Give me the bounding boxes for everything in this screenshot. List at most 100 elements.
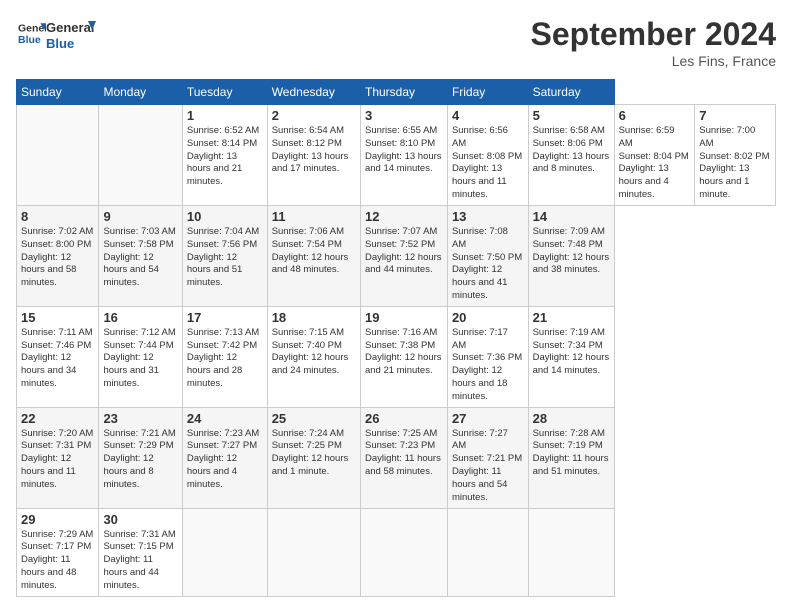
table-row: 28 Sunrise: 7:28 AMSunset: 7:19 PMDaylig… [528,407,614,508]
table-row: 1 Sunrise: 6:52 AMSunset: 8:14 PMDayligh… [182,105,267,206]
calendar-week-row: 22 Sunrise: 7:20 AMSunset: 7:31 PMDaylig… [17,407,776,508]
table-row [447,508,528,596]
day-number: 27 [452,411,524,426]
day-number: 18 [272,310,356,325]
table-row: 21 Sunrise: 7:19 AMSunset: 7:34 PMDaylig… [528,306,614,407]
day-info: Sunrise: 7:12 AMSunset: 7:44 PMDaylight:… [103,327,177,391]
header-wednesday: Wednesday [267,80,360,105]
table-row: 22 Sunrise: 7:20 AMSunset: 7:31 PMDaylig… [17,407,99,508]
calendar-week-row: 15 Sunrise: 7:11 AMSunset: 7:46 PMDaylig… [17,306,776,407]
day-info: Sunrise: 7:31 AMSunset: 7:15 PMDaylight:… [103,529,177,593]
day-number: 28 [533,411,610,426]
logo-svg: General Blue [46,16,96,54]
table-row: 29 Sunrise: 7:29 AMSunset: 7:17 PMDaylig… [17,508,99,596]
table-row: 3 Sunrise: 6:55 AMSunset: 8:10 PMDayligh… [360,105,447,206]
day-info: Sunrise: 7:06 AMSunset: 7:54 PMDaylight:… [272,226,356,277]
day-info: Sunrise: 6:55 AMSunset: 8:10 PMDaylight:… [365,125,443,176]
table-row: 14 Sunrise: 7:09 AMSunset: 7:48 PMDaylig… [528,205,614,306]
table-row: 4 Sunrise: 6:56 AMSunset: 8:08 PMDayligh… [447,105,528,206]
table-row [360,508,447,596]
day-number: 12 [365,209,443,224]
day-number: 19 [365,310,443,325]
table-row: 30 Sunrise: 7:31 AMSunset: 7:15 PMDaylig… [99,508,182,596]
table-row: 18 Sunrise: 7:15 AMSunset: 7:40 PMDaylig… [267,306,360,407]
day-info: Sunrise: 7:24 AMSunset: 7:25 PMDaylight:… [272,428,356,479]
day-number: 4 [452,108,524,123]
table-row: 5 Sunrise: 6:58 AMSunset: 8:06 PMDayligh… [528,105,614,206]
location: Les Fins, France [531,53,776,69]
day-number: 7 [699,108,771,123]
day-number: 6 [619,108,691,123]
day-info: Sunrise: 6:54 AMSunset: 8:12 PMDaylight:… [272,125,356,176]
table-row: 8 Sunrise: 7:02 AMSunset: 8:00 PMDayligh… [17,205,99,306]
table-row: 20 Sunrise: 7:17 AMSunset: 7:36 PMDaylig… [447,306,528,407]
table-row [267,508,360,596]
table-row: 25 Sunrise: 7:24 AMSunset: 7:25 PMDaylig… [267,407,360,508]
calendar-week-row: 1 Sunrise: 6:52 AMSunset: 8:14 PMDayligh… [17,105,776,206]
table-row: 23 Sunrise: 7:21 AMSunset: 7:29 PMDaylig… [99,407,182,508]
day-info: Sunrise: 7:15 AMSunset: 7:40 PMDaylight:… [272,327,356,378]
day-number: 21 [533,310,610,325]
table-row: 6 Sunrise: 6:59 AMSunset: 8:04 PMDayligh… [614,105,695,206]
day-info: Sunrise: 7:13 AMSunset: 7:42 PMDaylight:… [187,327,263,391]
day-info: Sunrise: 7:16 AMSunset: 7:38 PMDaylight:… [365,327,443,378]
calendar-table: Sunday Monday Tuesday Wednesday Thursday… [16,79,776,597]
header-thursday: Thursday [360,80,447,105]
day-info: Sunrise: 6:59 AMSunset: 8:04 PMDaylight:… [619,125,691,202]
table-row: 24 Sunrise: 7:23 AMSunset: 7:27 PMDaylig… [182,407,267,508]
day-number: 11 [272,209,356,224]
day-number: 15 [21,310,94,325]
title-block: September 2024 Les Fins, France [531,16,776,69]
header-friday: Friday [447,80,528,105]
day-number: 29 [21,512,94,527]
day-info: Sunrise: 7:19 AMSunset: 7:34 PMDaylight:… [533,327,610,378]
day-number: 5 [533,108,610,123]
calendar-header-row: Sunday Monday Tuesday Wednesday Thursday… [17,80,776,105]
table-row [182,508,267,596]
table-row: 11 Sunrise: 7:06 AMSunset: 7:54 PMDaylig… [267,205,360,306]
day-info: Sunrise: 6:58 AMSunset: 8:06 PMDaylight:… [533,125,610,176]
month-title: September 2024 [531,16,776,53]
day-info: Sunrise: 7:21 AMSunset: 7:29 PMDaylight:… [103,428,177,492]
day-info: Sunrise: 7:17 AMSunset: 7:36 PMDaylight:… [452,327,524,404]
day-info: Sunrise: 7:11 AMSunset: 7:46 PMDaylight:… [21,327,94,391]
table-row: 2 Sunrise: 6:54 AMSunset: 8:12 PMDayligh… [267,105,360,206]
table-row: 7 Sunrise: 7:00 AMSunset: 8:02 PMDayligh… [695,105,776,206]
header-monday: Monday [99,80,182,105]
table-row: 27 Sunrise: 7:27 AMSunset: 7:21 PMDaylig… [447,407,528,508]
day-number: 8 [21,209,94,224]
day-info: Sunrise: 7:29 AMSunset: 7:17 PMDaylight:… [21,529,94,593]
day-info: Sunrise: 7:02 AMSunset: 8:00 PMDaylight:… [21,226,94,290]
day-info: Sunrise: 7:07 AMSunset: 7:52 PMDaylight:… [365,226,443,277]
page: General Blue General Blue September 2024… [0,0,792,612]
day-info: Sunrise: 7:28 AMSunset: 7:19 PMDaylight:… [533,428,610,479]
day-number: 10 [187,209,263,224]
day-number: 22 [21,411,94,426]
day-info: Sunrise: 7:09 AMSunset: 7:48 PMDaylight:… [533,226,610,277]
table-row [17,105,99,206]
day-number: 1 [187,108,263,123]
table-row: 13 Sunrise: 7:08 AMSunset: 7:50 PMDaylig… [447,205,528,306]
table-row: 17 Sunrise: 7:13 AMSunset: 7:42 PMDaylig… [182,306,267,407]
logo: General Blue General Blue [16,16,96,54]
table-row: 26 Sunrise: 7:25 AMSunset: 7:23 PMDaylig… [360,407,447,508]
header-saturday: Saturday [528,80,614,105]
day-number: 16 [103,310,177,325]
svg-text:General: General [46,20,94,35]
logo-icon: General Blue [18,19,46,47]
table-row [528,508,614,596]
day-number: 17 [187,310,263,325]
day-number: 2 [272,108,356,123]
table-row: 12 Sunrise: 7:07 AMSunset: 7:52 PMDaylig… [360,205,447,306]
svg-text:Blue: Blue [46,36,74,51]
day-info: Sunrise: 7:25 AMSunset: 7:23 PMDaylight:… [365,428,443,479]
day-number: 26 [365,411,443,426]
day-info: Sunrise: 7:27 AMSunset: 7:21 PMDaylight:… [452,428,524,505]
calendar-week-row: 29 Sunrise: 7:29 AMSunset: 7:17 PMDaylig… [17,508,776,596]
table-row [99,105,182,206]
day-info: Sunrise: 7:03 AMSunset: 7:58 PMDaylight:… [103,226,177,290]
day-number: 24 [187,411,263,426]
day-info: Sunrise: 7:04 AMSunset: 7:56 PMDaylight:… [187,226,263,290]
day-number: 20 [452,310,524,325]
header-tuesday: Tuesday [182,80,267,105]
